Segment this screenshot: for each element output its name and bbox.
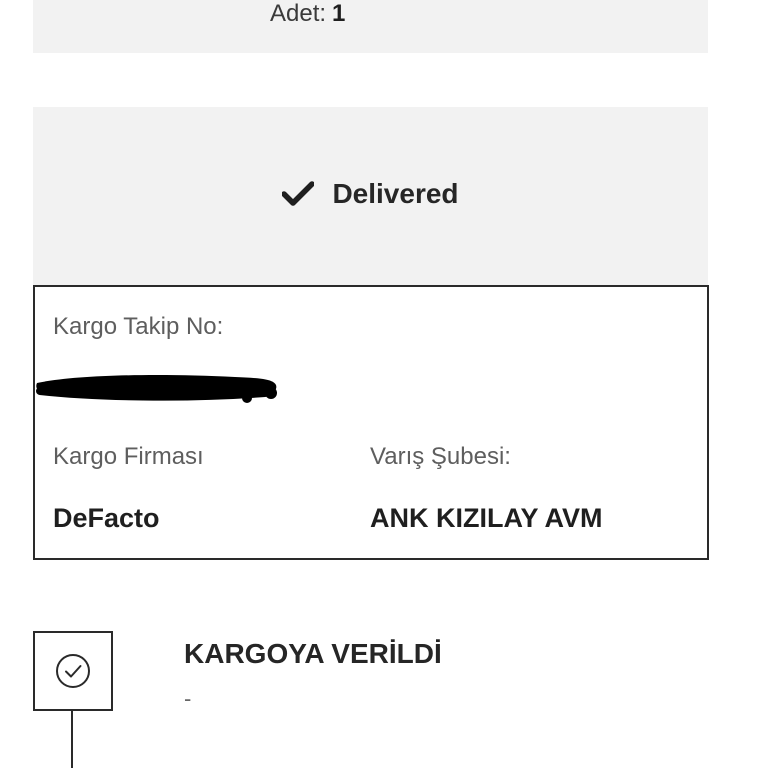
circle-check-icon xyxy=(56,654,90,688)
timeline-step-icon-box xyxy=(33,631,113,711)
timeline-step-subtitle: - xyxy=(184,686,192,711)
quantity-label: Adet: xyxy=(270,0,327,27)
product-info-box: Adet: 1 xyxy=(33,0,708,53)
cargo-info-card: Kargo Takip No: Kargo Firması DeFacto Va… xyxy=(33,285,709,560)
arrival-branch-value: ANK KIZILAY AVM xyxy=(370,503,603,533)
quantity-row: Adet: 1 xyxy=(270,0,345,28)
timeline-step-title: KARGOYA VERİLDİ xyxy=(184,638,442,669)
quantity-value: 1 xyxy=(332,0,346,27)
redaction-mark xyxy=(36,375,277,403)
order-detail-page: Adet: 1 Delivered Kargo Takip No: Kargo F… xyxy=(0,0,768,768)
status-label: Delivered xyxy=(332,178,459,209)
check-icon xyxy=(282,181,315,206)
cargo-company-label: Kargo Firması xyxy=(53,443,204,470)
timeline-connector xyxy=(71,709,73,768)
delivery-status-banner: Delivered xyxy=(33,107,708,285)
tracking-number-label: Kargo Takip No: xyxy=(53,313,224,340)
cargo-company-value: DeFacto xyxy=(53,503,160,533)
arrival-branch-label: Varış Şubesi: xyxy=(370,443,511,470)
